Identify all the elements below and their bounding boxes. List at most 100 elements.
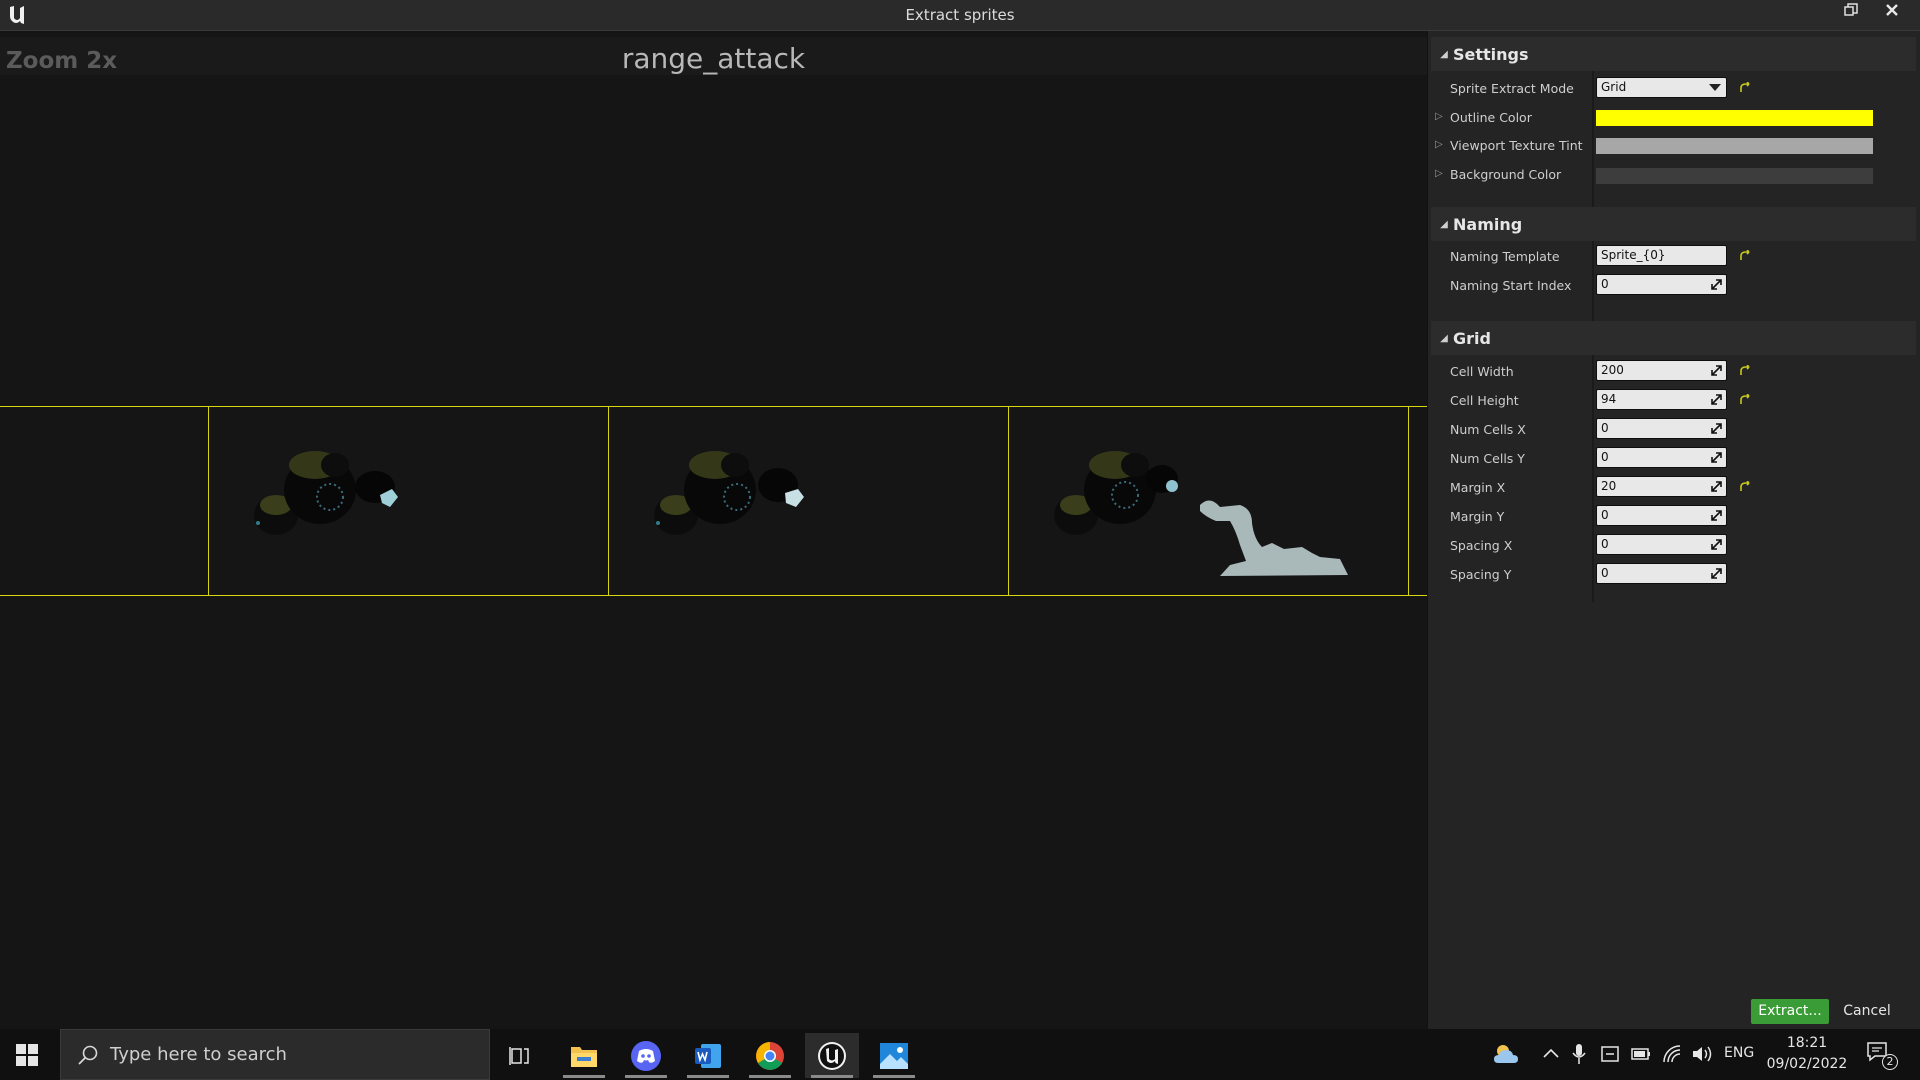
settings-section-header[interactable]: ◢ Settings bbox=[1431, 37, 1916, 71]
chrome-button[interactable] bbox=[743, 1033, 797, 1078]
sprite-extract-mode-value: Grid bbox=[1601, 80, 1627, 94]
spacing-y-value: 0 bbox=[1601, 566, 1609, 580]
naming-template-label: Naming Template bbox=[1450, 249, 1560, 264]
outline-color-swatch[interactable] bbox=[1596, 110, 1873, 126]
cell-height-label: Cell Height bbox=[1450, 393, 1519, 408]
reset-to-default-icon[interactable] bbox=[1739, 82, 1753, 94]
naming-section-header[interactable]: ◢ Naming bbox=[1431, 207, 1916, 241]
margin-x-input[interactable]: 20 bbox=[1596, 476, 1727, 497]
viewport-texture-tint-label: Viewport Texture Tint bbox=[1450, 138, 1583, 153]
file-explorer-icon bbox=[571, 1046, 597, 1067]
expand-arrow-icon[interactable]: ▷ bbox=[1435, 168, 1443, 179]
extract-button[interactable]: Extract... bbox=[1751, 999, 1829, 1024]
unreal-extract-sprites-window: Extract sprites Zoom 2x range_attack ◢ S… bbox=[0, 0, 1920, 1080]
drag-spin-icon[interactable] bbox=[1710, 393, 1723, 406]
wifi-icon[interactable] bbox=[1662, 1044, 1682, 1064]
cell-divider bbox=[208, 406, 209, 596]
word-button[interactable] bbox=[681, 1033, 735, 1078]
collapse-arrow-icon: ◢ bbox=[1440, 332, 1448, 344]
background-color-swatch[interactable] bbox=[1596, 168, 1873, 184]
task-view-icon bbox=[509, 1046, 529, 1065]
cell-height-input[interactable]: 94 bbox=[1596, 389, 1727, 410]
search-icon bbox=[78, 1045, 98, 1065]
task-view-button[interactable] bbox=[493, 1033, 547, 1078]
language-indicator[interactable]: ENG bbox=[1724, 1045, 1754, 1061]
drag-spin-icon[interactable] bbox=[1710, 480, 1723, 493]
windows-start-icon[interactable] bbox=[16, 1044, 38, 1066]
battery-icon[interactable] bbox=[1631, 1047, 1651, 1061]
naming-start-index-value: 0 bbox=[1601, 277, 1609, 291]
drag-spin-icon[interactable] bbox=[1710, 567, 1723, 580]
window-title: Extract sprites bbox=[905, 6, 1015, 24]
num-cells-y-value: 0 bbox=[1601, 450, 1609, 464]
cell-divider bbox=[608, 406, 609, 596]
spacing-x-value: 0 bbox=[1601, 537, 1609, 551]
device-icon[interactable] bbox=[1600, 1045, 1620, 1063]
cancel-button[interactable]: Cancel bbox=[1836, 999, 1898, 1024]
margin-x-label: Margin X bbox=[1450, 480, 1506, 495]
restore-button[interactable] bbox=[1834, 0, 1868, 20]
settings-header-label: Settings bbox=[1453, 44, 1529, 64]
unreal-engine-button[interactable] bbox=[805, 1033, 859, 1078]
discord-icon bbox=[631, 1040, 661, 1071]
word-icon bbox=[695, 1043, 721, 1068]
reset-to-default-icon[interactable] bbox=[1739, 250, 1753, 262]
drag-spin-icon[interactable] bbox=[1710, 451, 1723, 464]
reset-to-default-icon[interactable] bbox=[1739, 365, 1753, 377]
windows-taskbar: Type here to search ENG 18:21 09/02/2022… bbox=[0, 1029, 1920, 1080]
spacing-y-input[interactable]: 0 bbox=[1596, 563, 1727, 584]
num-cells-x-value: 0 bbox=[1601, 421, 1609, 435]
margin-x-value: 20 bbox=[1601, 479, 1617, 493]
unreal-engine-icon bbox=[818, 1041, 846, 1070]
volume-icon[interactable] bbox=[1691, 1044, 1713, 1064]
close-button[interactable] bbox=[1875, 0, 1909, 20]
cell-width-value: 200 bbox=[1601, 363, 1624, 377]
drag-spin-icon[interactable] bbox=[1710, 278, 1723, 291]
viewport-header: Zoom 2x range_attack bbox=[0, 37, 1427, 75]
cell-width-input[interactable]: 200 bbox=[1596, 360, 1727, 381]
notification-center-button[interactable]: 2 bbox=[1866, 1041, 1900, 1070]
viewport-texture-tint-swatch[interactable] bbox=[1596, 138, 1873, 154]
chevron-up-icon[interactable] bbox=[1543, 1047, 1559, 1059]
spacing-x-input[interactable]: 0 bbox=[1596, 534, 1727, 555]
sprite-extract-mode-dropdown[interactable]: Grid bbox=[1596, 77, 1727, 98]
grid-header-label: Grid bbox=[1453, 328, 1491, 348]
drag-spin-icon[interactable] bbox=[1710, 422, 1723, 435]
expand-arrow-icon[interactable]: ▷ bbox=[1435, 139, 1443, 150]
file-explorer-button[interactable] bbox=[557, 1033, 611, 1078]
expand-arrow-icon[interactable]: ▷ bbox=[1435, 111, 1443, 122]
naming-start-index-input[interactable]: 0 bbox=[1596, 274, 1727, 295]
num-cells-y-label: Num Cells Y bbox=[1450, 451, 1525, 466]
weather-cloud-icon[interactable] bbox=[1492, 1043, 1520, 1065]
microphone-icon[interactable] bbox=[1572, 1043, 1586, 1065]
naming-template-input[interactable]: Sprite_{0} bbox=[1596, 245, 1727, 266]
chrome-icon bbox=[756, 1041, 784, 1070]
grid-section-header[interactable]: ◢ Grid bbox=[1431, 321, 1916, 355]
restore-icon bbox=[1844, 3, 1858, 16]
photos-icon bbox=[880, 1042, 908, 1069]
sprite-frame-1[interactable] bbox=[240, 435, 420, 545]
margin-y-input[interactable]: 0 bbox=[1596, 505, 1727, 526]
reset-to-default-icon[interactable] bbox=[1739, 481, 1753, 493]
num-cells-y-input[interactable]: 0 bbox=[1596, 447, 1727, 468]
clock-time: 18:21 bbox=[1786, 1035, 1828, 1051]
notification-count-badge: 2 bbox=[1882, 1054, 1898, 1070]
drag-spin-icon[interactable] bbox=[1710, 364, 1723, 377]
discord-button[interactable] bbox=[619, 1033, 673, 1078]
num-cells-x-input[interactable]: 0 bbox=[1596, 418, 1727, 439]
system-clock[interactable]: 18:21 09/02/2022 bbox=[1752, 1033, 1862, 1075]
margin-y-value: 0 bbox=[1601, 508, 1609, 522]
chevron-down-icon bbox=[1709, 84, 1721, 91]
taskbar-search-box[interactable]: Type here to search bbox=[60, 1029, 490, 1080]
drag-spin-icon[interactable] bbox=[1710, 509, 1723, 522]
reset-to-default-icon[interactable] bbox=[1739, 394, 1753, 406]
sprite-extract-mode-label: Sprite Extract Mode bbox=[1450, 81, 1574, 96]
collapse-arrow-icon: ◢ bbox=[1440, 48, 1448, 60]
photos-button[interactable] bbox=[867, 1033, 921, 1078]
column-separator[interactable] bbox=[1592, 37, 1594, 602]
cell-width-label: Cell Width bbox=[1450, 364, 1514, 379]
sprite-frame-3[interactable] bbox=[1040, 435, 1360, 585]
drag-spin-icon[interactable] bbox=[1710, 538, 1723, 551]
sprite-frame-2[interactable] bbox=[640, 435, 820, 545]
close-icon bbox=[1886, 4, 1898, 16]
